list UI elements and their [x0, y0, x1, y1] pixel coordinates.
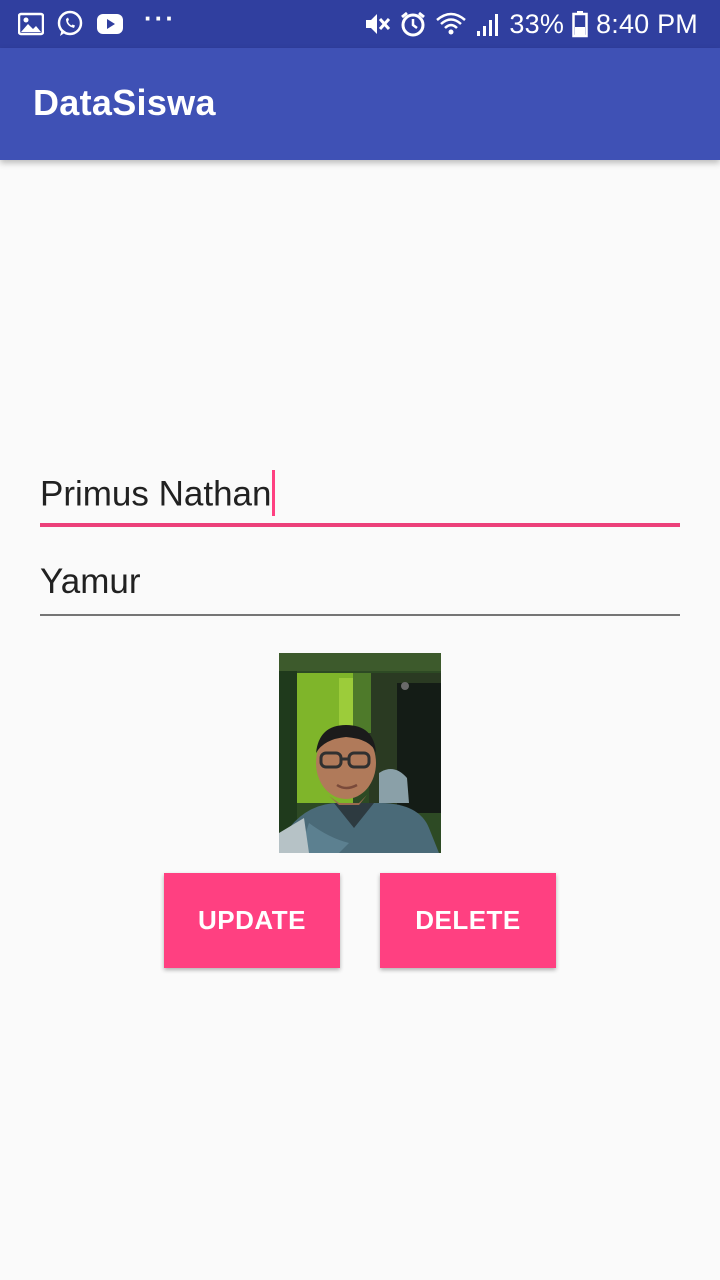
- signal-icon: [475, 11, 501, 37]
- app-title: DataSiswa: [33, 82, 216, 123]
- youtube-icon: [96, 13, 124, 35]
- second-field[interactable]: Yamur: [40, 556, 680, 616]
- text-cursor: [272, 470, 276, 516]
- battery-percent: 33%: [509, 8, 565, 39]
- second-field-value: Yamur: [40, 562, 141, 601]
- gallery-icon: [18, 12, 44, 36]
- update-button[interactable]: UPDATE: [164, 873, 340, 968]
- more-icon: ···: [144, 2, 176, 33]
- status-right-icons: 33% 8:40 PM: [363, 6, 698, 42]
- mute-icon: [363, 10, 391, 38]
- clock-time: 8:40 PM: [596, 8, 698, 39]
- name-field-value: Primus Nathan: [40, 474, 272, 514]
- delete-button[interactable]: DELETE: [380, 873, 556, 968]
- whatsapp-icon: [56, 10, 84, 38]
- alarm-icon: [399, 10, 427, 38]
- status-left-icons: ···: [18, 3, 176, 38]
- name-field-underline: [40, 523, 680, 527]
- second-field-underline: [40, 614, 680, 616]
- app-bar: DataSiswa: [0, 48, 720, 160]
- student-photo-image: [279, 653, 441, 853]
- name-field[interactable]: Primus Nathan: [40, 467, 680, 527]
- status-bar: ··· 33% 8:40 PM: [0, 0, 720, 48]
- student-photo[interactable]: [279, 653, 441, 853]
- battery-icon: [572, 10, 588, 38]
- wifi-icon: [435, 11, 467, 37]
